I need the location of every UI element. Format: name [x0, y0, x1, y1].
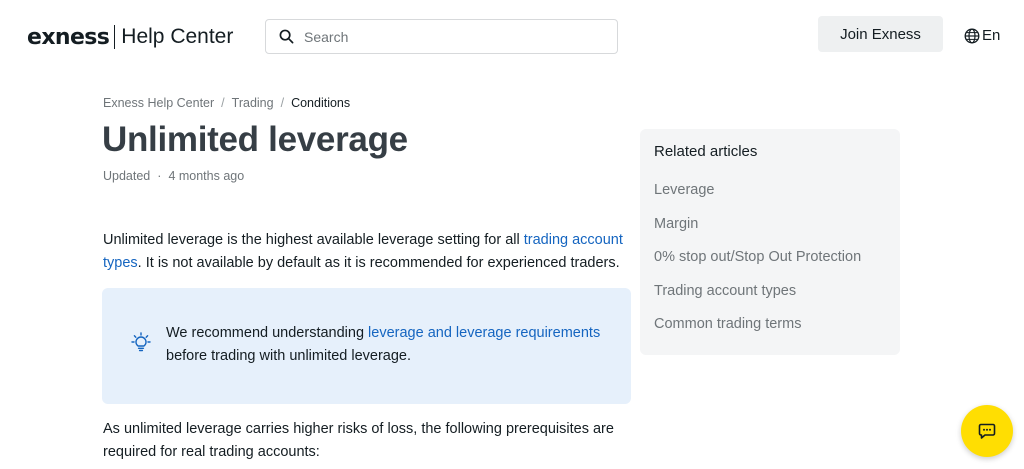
related-article-link[interactable]: Trading account types: [654, 280, 861, 314]
breadcrumb-separator: /: [280, 96, 285, 110]
site-header: exness Help Center Join Exness En: [0, 0, 1024, 72]
related-article-link[interactable]: Common trading terms: [654, 313, 861, 347]
related-article-link[interactable]: 0% stop out/Stop Out Protection: [654, 246, 861, 280]
callout-text-after: before trading with unlimited leverage.: [166, 348, 412, 364]
language-label: En: [982, 27, 1001, 44]
chat-icon: [978, 422, 996, 440]
paragraph-text: Unlimited leverage is the highest availa…: [103, 232, 524, 248]
search-input[interactable]: [304, 28, 594, 45]
paragraph-text: . It is not available by default as it i…: [137, 255, 620, 271]
callout-text-before: We recommend understanding: [166, 325, 369, 341]
chat-button[interactable]: [961, 405, 1013, 457]
callout-text: We recommend understanding leverage and …: [166, 322, 606, 368]
join-exness-button[interactable]: Join Exness: [818, 16, 943, 52]
article-paragraph: Unlimited leverage is the highest availa…: [103, 229, 633, 275]
breadcrumb-home[interactable]: Exness Help Center: [103, 96, 214, 110]
search-icon: [279, 29, 294, 44]
breadcrumb-current: Conditions: [291, 96, 351, 110]
logo-subtitle: Help Center: [121, 25, 234, 48]
article-paragraph: As unlimited leverage carries higher ris…: [103, 421, 614, 460]
related-articles-panel: Related articles Leverage Margin 0% stop…: [640, 129, 900, 355]
updated-time: 4 months ago: [168, 169, 245, 183]
globe-icon: [964, 28, 980, 44]
related-articles-title: Related articles: [654, 143, 758, 160]
leverage-requirements-link[interactable]: leverage and leverage requirements: [368, 325, 600, 341]
meta-separator: ·: [157, 169, 162, 183]
logo[interactable]: exness Help Center: [27, 22, 233, 52]
breadcrumb: Exness Help Center / Trading / Condition…: [103, 96, 350, 110]
breadcrumb-separator: /: [221, 96, 225, 110]
breadcrumb-trading[interactable]: Trading: [232, 96, 274, 110]
updated-label: Updated: [103, 169, 151, 183]
search-box[interactable]: [265, 19, 618, 54]
logo-divider: [114, 25, 116, 49]
related-articles-list: Leverage Margin 0% stop out/Stop Out Pro…: [654, 179, 861, 347]
article-meta: Updated · 4 months ago: [103, 169, 244, 183]
info-callout: We recommend understanding leverage and …: [102, 288, 631, 404]
lightbulb-icon: [131, 332, 151, 352]
related-article-link[interactable]: Leverage: [654, 179, 861, 213]
related-article-link[interactable]: Margin: [654, 213, 861, 247]
language-selector[interactable]: En: [964, 27, 1000, 44]
page-title: Unlimited leverage: [102, 120, 408, 159]
logo-wordmark: exness: [27, 24, 110, 50]
